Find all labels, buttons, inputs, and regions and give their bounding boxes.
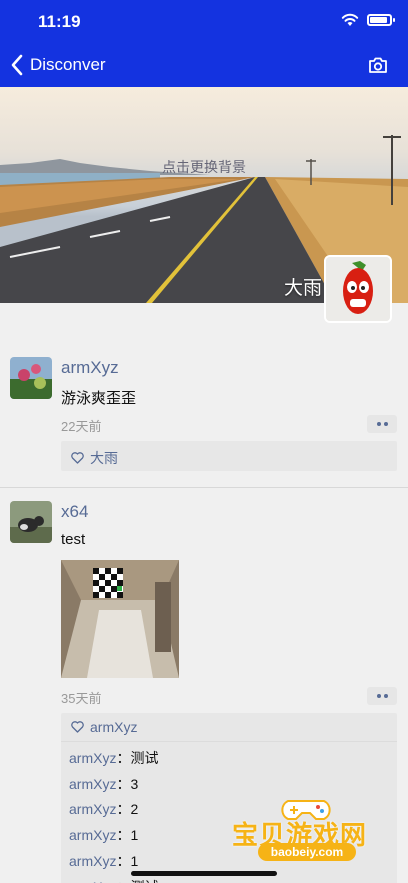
comment-item[interactable]: armXyz：测试	[69, 746, 389, 772]
status-time: 11:19	[38, 12, 81, 31]
comment-user[interactable]: armXyz	[69, 853, 116, 869]
post-username[interactable]: x64	[61, 502, 88, 522]
camera-icon[interactable]	[368, 56, 388, 74]
comment-text: 2	[130, 801, 139, 818]
comment-text: 1	[130, 827, 139, 844]
likes-box: 大雨	[61, 441, 397, 471]
wifi-icon	[341, 13, 359, 26]
profile-avatar[interactable]	[324, 255, 392, 323]
chevron-left-icon	[11, 54, 23, 76]
heart-icon	[71, 721, 84, 733]
post-username[interactable]: armXyz	[61, 358, 119, 378]
flower-avatar-image	[10, 357, 52, 399]
avatar[interactable]	[10, 357, 52, 399]
post-time: 35天前	[61, 691, 102, 706]
back-button[interactable]: Disconver	[10, 54, 106, 76]
likes-row: 大雨	[61, 441, 397, 474]
comment-item[interactable]: armXyz：3	[69, 772, 389, 798]
comment-text: 测试	[130, 879, 158, 883]
comment-user[interactable]: armXyz	[69, 801, 116, 817]
more-dots-icon	[376, 422, 381, 426]
more-dots-icon	[376, 694, 381, 698]
battery-icon	[367, 14, 395, 26]
like-user[interactable]: 大雨	[90, 448, 118, 468]
change-cover-hint: 点击更换背景	[162, 159, 246, 175]
status-icons	[341, 13, 395, 27]
top-bar: 11:19 Disconver	[0, 0, 408, 87]
like-user[interactable]: armXyz	[90, 719, 137, 735]
more-button[interactable]	[367, 687, 397, 705]
back-label: Disconver	[30, 55, 106, 74]
heart-icon	[71, 452, 84, 464]
post-text: test	[61, 531, 86, 548]
more-button[interactable]	[367, 415, 397, 433]
comment-user[interactable]: armXyz	[69, 750, 116, 766]
comment-user[interactable]: armXyz	[69, 827, 116, 843]
chili-pepper-avatar-image	[326, 257, 390, 321]
comment-user[interactable]: armXyz	[69, 776, 116, 792]
post-text: 游泳爽歪歪	[61, 390, 137, 407]
home-indicator	[131, 871, 277, 876]
comment-text: 测试	[130, 750, 159, 766]
watermark-url: baobeiy.com	[258, 843, 356, 861]
comment-user[interactable]: armXyz	[69, 879, 116, 883]
comment-text: 3	[130, 775, 139, 792]
comment-text: 1	[130, 852, 139, 869]
post-divider	[0, 487, 408, 488]
avatar[interactable]	[10, 501, 52, 543]
animal-avatar-image	[10, 501, 52, 543]
post-photo[interactable]	[61, 560, 179, 678]
watermark-logo: 宝贝游戏网 baobeiy.com	[232, 795, 380, 865]
room-photo-image	[61, 560, 179, 678]
likes-row: armXyz	[61, 713, 397, 741]
post-time: 22天前	[61, 419, 102, 434]
cover-username: 大雨	[283, 278, 322, 299]
